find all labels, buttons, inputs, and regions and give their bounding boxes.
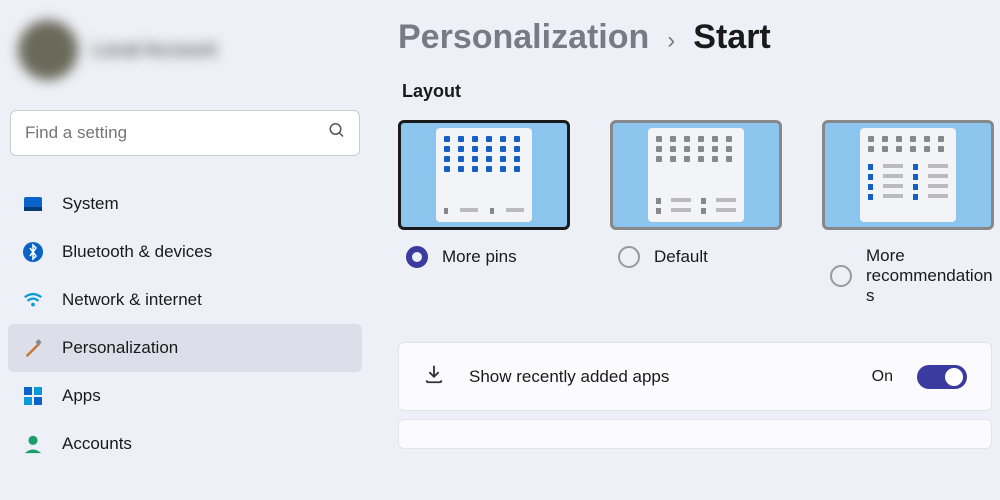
search-input[interactable] bbox=[10, 110, 360, 156]
sidebar-item-label: Accounts bbox=[62, 434, 132, 454]
layout-preview-more-pins[interactable] bbox=[398, 120, 570, 230]
account-icon bbox=[22, 433, 44, 455]
breadcrumb-current: Start bbox=[693, 18, 770, 57]
sidebar-item-label: Apps bbox=[62, 386, 101, 406]
sidebar-item-accounts[interactable]: Accounts bbox=[8, 420, 362, 468]
search-icon bbox=[328, 122, 346, 145]
search-wrap bbox=[10, 110, 360, 156]
section-title-layout: Layout bbox=[402, 81, 992, 102]
sidebar-item-label: Bluetooth & devices bbox=[62, 242, 212, 262]
radio-default[interactable] bbox=[618, 246, 640, 268]
layout-option-more-recs: More recommendations bbox=[822, 120, 994, 306]
setting-row-partial[interactable] bbox=[398, 419, 992, 449]
download-icon bbox=[423, 363, 445, 390]
radio-label: More pins bbox=[442, 247, 517, 267]
chevron-right-icon: › bbox=[667, 27, 675, 55]
profile-block[interactable]: Local Account bbox=[8, 10, 362, 90]
system-icon bbox=[22, 193, 44, 215]
paint-icon bbox=[22, 337, 44, 359]
radio-row: Default bbox=[610, 246, 782, 268]
layout-option-more-pins: More pins bbox=[398, 120, 570, 306]
radio-more-recs[interactable] bbox=[830, 265, 852, 287]
toggle-state: On bbox=[872, 368, 893, 386]
sidebar: Local Account System Bluetooth & devices… bbox=[0, 0, 370, 500]
sidebar-item-label: Network & internet bbox=[62, 290, 202, 310]
setting-recently-added[interactable]: Show recently added apps On bbox=[398, 342, 992, 411]
layout-preview-default[interactable] bbox=[610, 120, 782, 230]
radio-label: More recommendations bbox=[866, 246, 994, 306]
breadcrumb-parent[interactable]: Personalization bbox=[398, 18, 649, 57]
layout-option-default: Default bbox=[610, 120, 782, 306]
sidebar-item-network[interactable]: Network & internet bbox=[8, 276, 362, 324]
bluetooth-icon bbox=[22, 241, 44, 263]
sidebar-item-system[interactable]: System bbox=[8, 180, 362, 228]
sidebar-item-label: System bbox=[62, 194, 119, 214]
layout-preview-more-recs[interactable] bbox=[822, 120, 994, 230]
profile-name: Local Account bbox=[92, 39, 217, 62]
setting-label: Show recently added apps bbox=[469, 367, 848, 387]
radio-label: Default bbox=[654, 247, 708, 267]
sidebar-item-personalization[interactable]: Personalization bbox=[8, 324, 362, 372]
layout-options: More pins Default bbox=[398, 120, 992, 306]
radio-row: More recommendations bbox=[822, 246, 994, 306]
toggle-recently-added[interactable] bbox=[917, 365, 967, 389]
sidebar-item-label: Personalization bbox=[62, 338, 178, 358]
radio-row: More pins bbox=[398, 246, 570, 268]
apps-icon bbox=[22, 385, 44, 407]
sidebar-item-apps[interactable]: Apps bbox=[8, 372, 362, 420]
radio-more-pins[interactable] bbox=[406, 246, 428, 268]
breadcrumb: Personalization › Start bbox=[398, 18, 992, 57]
wifi-icon bbox=[22, 289, 44, 311]
sidebar-item-bluetooth[interactable]: Bluetooth & devices bbox=[8, 228, 362, 276]
avatar bbox=[18, 20, 78, 80]
main-content: Personalization › Start Layout More bbox=[370, 0, 1000, 500]
